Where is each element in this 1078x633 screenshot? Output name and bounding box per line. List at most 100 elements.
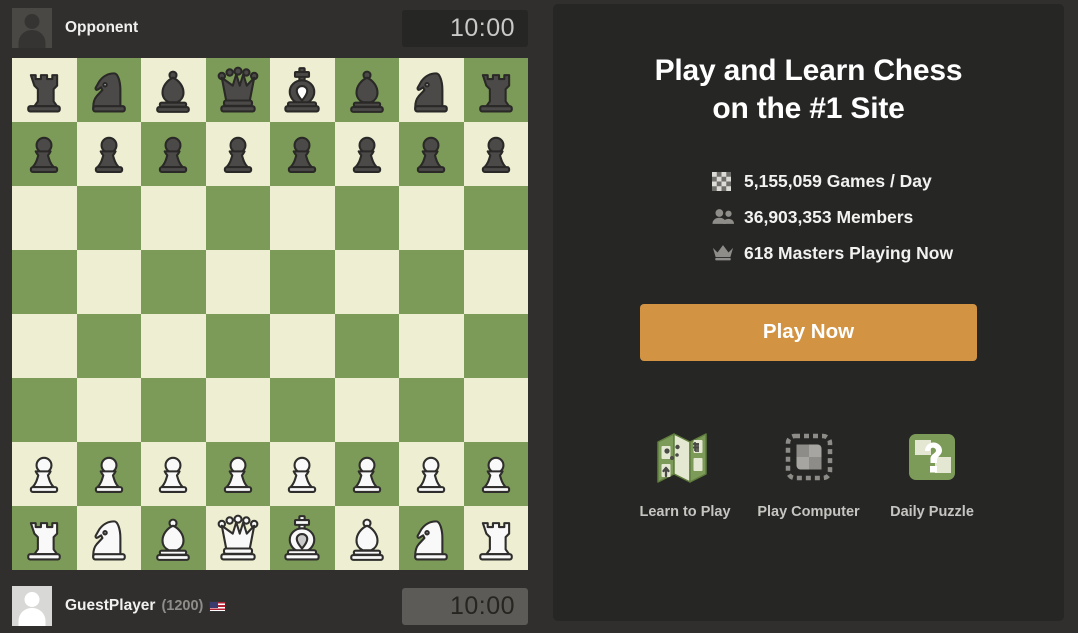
board-square-c3[interactable] [141,378,206,442]
board-square-d6[interactable] [205,186,270,250]
map-icon [652,424,718,490]
promo-title-line2: on the #1 Site [712,92,905,126]
board-square-h5[interactable] [463,250,528,314]
board-square-g5[interactable] [399,250,464,314]
feature-label: Daily Puzzle [890,503,974,520]
board-square-h1[interactable] [463,506,528,570]
stat-row: 618 Masters Playing Now [712,243,953,264]
feature-label: Learn to Play [639,503,731,520]
board-square-c6[interactable] [141,186,206,250]
board-square-a2[interactable] [12,442,77,506]
board-square-a3[interactable] [12,378,77,442]
play-now-button[interactable]: Play Now [640,303,977,361]
board-square-e5[interactable] [270,250,335,314]
board-square-h3[interactable] [463,378,528,442]
members-icon [712,208,734,227]
board-square-b7[interactable] [76,122,141,186]
avatar-head [24,592,40,607]
board-square-c2[interactable] [141,442,206,506]
user-avatar-icon[interactable] [12,586,52,626]
feature-daily-puzzle[interactable]: Daily Puzzle [872,424,992,520]
board-square-b2[interactable] [76,442,141,506]
stats-list: 5,155,059 Games / Day 36,903,353 Members 6… [583,171,1034,264]
promo-title: Play and Learn Chess on the #1 Site [583,52,1034,129]
stat-row: 5,155,059 Games / Day [712,171,932,192]
user-avatar-icon[interactable] [12,8,52,48]
self-clock: 10:00 [402,588,528,625]
board-square-a5[interactable] [12,250,77,314]
opponent-name: Opponent [65,19,139,36]
board-square-f8[interactable] [334,58,399,122]
board-square-d8[interactable] [205,58,270,122]
board-square-d1[interactable] [205,506,270,570]
board-square-d7[interactable] [205,122,270,186]
board-square-c5[interactable] [141,250,206,314]
opponent-clock-time: 10:00 [449,14,515,42]
board-square-e7[interactable] [270,122,335,186]
us-flag-icon [209,600,227,612]
board-square-g1[interactable] [399,506,464,570]
opponent-meta: Opponent [65,19,138,37]
board-square-f4[interactable] [334,314,399,378]
chess-app: Opponent 10:00 GuestPlayer (1200) 10:00 … [0,0,1078,633]
board-square-f7[interactable] [334,122,399,186]
board-square-a6[interactable] [12,186,77,250]
board-square-d3[interactable] [205,378,270,442]
feature-play-computer[interactable]: Play Computer [749,424,869,520]
board-square-g7[interactable] [399,122,464,186]
board-square-f6[interactable] [334,186,399,250]
board-square-a4[interactable] [12,314,77,378]
board-square-d5[interactable] [205,250,270,314]
board-square-g6[interactable] [399,186,464,250]
board-square-f2[interactable] [334,442,399,506]
board-square-e2[interactable] [270,442,335,506]
board-square-f3[interactable] [334,378,399,442]
board-square-g3[interactable] [399,378,464,442]
board-square-c7[interactable] [141,122,206,186]
board-square-a8[interactable] [12,58,77,122]
puzzle-icon [899,424,965,490]
board-square-e1[interactable] [270,506,335,570]
board-square-g2[interactable] [399,442,464,506]
self-name: GuestPlayer [65,597,156,614]
feature-label: Play Computer [757,503,860,520]
board-square-g8[interactable] [399,58,464,122]
board-square-f1[interactable] [334,506,399,570]
self-player-bar: GuestPlayer (1200) 10:00 [12,583,528,629]
board-square-e6[interactable] [270,186,335,250]
board-square-h4[interactable] [463,314,528,378]
opponent-clock: 10:00 [402,10,528,47]
board-square-b6[interactable] [76,186,141,250]
board-square-b4[interactable] [76,314,141,378]
board-square-h8[interactable] [463,58,528,122]
opponent-player-bar: Opponent 10:00 [12,5,528,51]
cpu-chip-icon [776,424,842,490]
board-square-b3[interactable] [76,378,141,442]
stat-text: 36,903,353 Members [744,206,914,227]
board-square-c8[interactable] [141,58,206,122]
board-column: Opponent 10:00 GuestPlayer (1200) 10:00 [0,0,540,633]
board-square-d2[interactable] [205,442,270,506]
feature-learn-to-play[interactable]: Learn to Play [625,424,745,520]
board-square-d4[interactable] [205,314,270,378]
board-square-e3[interactable] [270,378,335,442]
board-square-a1[interactable] [12,506,77,570]
board-square-h7[interactable] [463,122,528,186]
board-square-c1[interactable] [141,506,206,570]
board-square-e8[interactable] [270,58,335,122]
board-square-e4[interactable] [270,314,335,378]
stat-row: 36,903,353 Members [712,207,913,228]
self-rating: (1200) [161,598,204,614]
crown-icon [712,244,734,263]
chess-board[interactable] [12,58,528,570]
board-square-b8[interactable] [76,58,141,122]
board-square-b5[interactable] [76,250,141,314]
board-square-a7[interactable] [12,122,77,186]
board-square-b1[interactable] [76,506,141,570]
board-square-g4[interactable] [399,314,464,378]
board-square-f5[interactable] [334,250,399,314]
board-square-h6[interactable] [463,186,528,250]
board-square-c4[interactable] [141,314,206,378]
board-square-h2[interactable] [463,442,528,506]
avatar-body [18,30,46,48]
